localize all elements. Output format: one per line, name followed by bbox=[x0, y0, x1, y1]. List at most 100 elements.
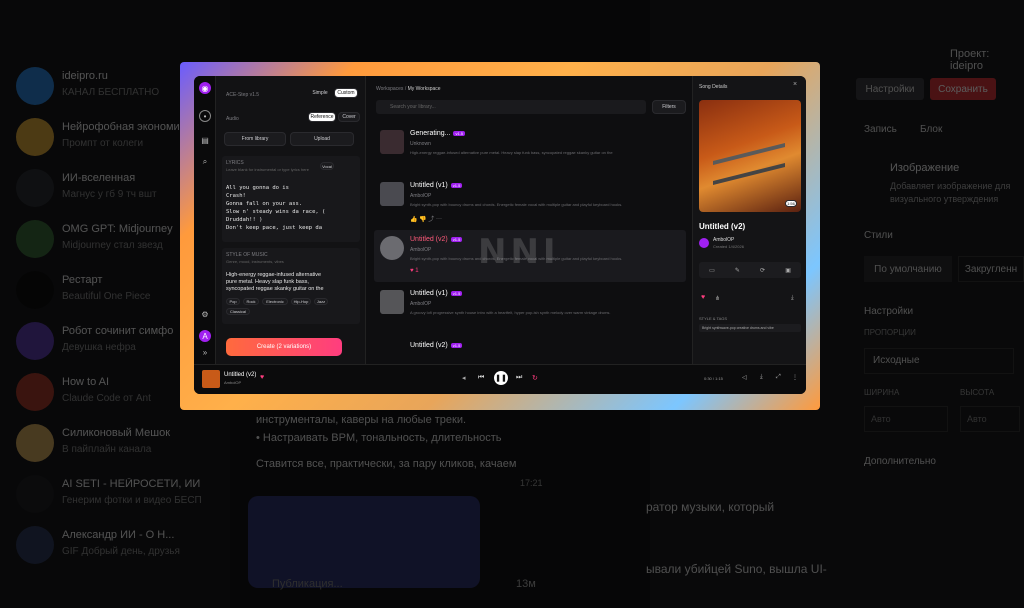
tab-simple[interactable]: Simple bbox=[308, 88, 332, 98]
media-viewer-frame: ◉ • ▤ ⌕ ⚙ A » ACE-Step v1.5 Simple Custo… bbox=[180, 62, 820, 410]
details-title: Untitled (v2) bbox=[699, 222, 746, 231]
like-count[interactable]: ♥ 1 bbox=[410, 268, 419, 274]
lyrics-hint: Leave blank for instrumental or type lyr… bbox=[226, 167, 309, 172]
search-input[interactable]: Search your library... bbox=[376, 100, 646, 114]
list-item[interactable]: Generating... v1.5 Unknown High-energy re… bbox=[374, 124, 686, 176]
version-badge: v1.5 bbox=[450, 290, 463, 296]
style-box[interactable]: STYLE OF MUSIC Genre, mood, instruments,… bbox=[222, 248, 360, 324]
library-icon[interactable]: ▤ bbox=[199, 134, 211, 146]
bench-icon bbox=[713, 143, 785, 185]
breadcrumb-current: My Workspace bbox=[407, 86, 441, 92]
style-tags-label: STYLE & TAGS bbox=[699, 316, 728, 321]
tab-custom[interactable]: Custom bbox=[334, 88, 358, 98]
player-like-icon[interactable]: ♥ bbox=[260, 374, 264, 381]
play-pause-button[interactable]: ❚❚ bbox=[494, 371, 508, 385]
cover-toggle[interactable]: Cover bbox=[338, 112, 360, 122]
song-thumbnail bbox=[380, 130, 404, 154]
list-item[interactable]: Untitled (v1) v1.5 AmbolOP Bright synth-p… bbox=[374, 176, 686, 228]
edit-icon: ✎ bbox=[734, 267, 740, 274]
chip-jazz[interactable]: Jazz bbox=[314, 298, 328, 305]
chip-rock[interactable]: Rock bbox=[243, 298, 259, 305]
settings-icon[interactable]: ⚙ bbox=[199, 308, 211, 320]
chip-classical[interactable]: Classical bbox=[226, 308, 250, 315]
song-desc: A groovy lofi progressive synth house in… bbox=[410, 310, 611, 315]
close-icon[interactable]: × bbox=[793, 81, 797, 88]
style-tags-text: Bright synthwave-pop creative drums and … bbox=[699, 324, 801, 332]
repeat-icon[interactable]: ↻ bbox=[532, 374, 538, 382]
player-author[interactable]: AmbolOP bbox=[224, 380, 241, 385]
more-icon: ▣ bbox=[785, 267, 791, 274]
list-item[interactable]: Untitled (v2) v1.5 bbox=[374, 338, 686, 362]
volume-icon[interactable]: ◁ bbox=[742, 374, 747, 381]
duration-badge: 1:56 bbox=[785, 200, 797, 207]
style-hint: Genre, mood, instruments, vibes bbox=[226, 259, 284, 264]
expand-icon[interactable]: ⤢ bbox=[776, 374, 781, 381]
upload-button[interactable]: Upload bbox=[290, 132, 354, 146]
vocal-tag[interactable]: Vocal bbox=[320, 162, 334, 170]
model-selector[interactable]: ACE-Step v1.5 bbox=[226, 92, 259, 98]
lyrics-label: LYRICS bbox=[226, 160, 244, 166]
music-app: ◉ • ▤ ⌕ ⚙ A » ACE-Step v1.5 Simple Custo… bbox=[194, 76, 806, 394]
cover-art: 1:56 bbox=[699, 100, 801, 212]
audio-label: Audio bbox=[226, 116, 239, 122]
avatar[interactable]: A bbox=[199, 330, 211, 342]
player-title: Untitled (v2) bbox=[224, 372, 257, 378]
chip-electronic[interactable]: Electronic bbox=[262, 298, 288, 305]
list-item-selected[interactable]: Untitled (v2) v1.5 AmbolOP Bright synth-p… bbox=[374, 230, 686, 282]
reference-toggle[interactable]: Reference bbox=[308, 112, 336, 122]
shuffle-icon[interactable]: ◂ bbox=[462, 374, 466, 382]
collapse-icon[interactable]: » bbox=[199, 346, 211, 358]
song-author[interactable]: AmbolOP bbox=[410, 247, 431, 253]
like-icon[interactable]: ♥ bbox=[701, 294, 705, 301]
song-actions[interactable]: 👍 👎 ⤴ ⋯ bbox=[410, 214, 442, 223]
chip-hiphop[interactable]: Hip-Hop bbox=[291, 298, 311, 305]
download-icon[interactable]: ⤓ bbox=[791, 295, 794, 302]
list-item[interactable]: Untitled (v1) v1.5 AmbolOP A groovy lofi … bbox=[374, 284, 686, 336]
song-author[interactable]: AmbolOP bbox=[410, 193, 431, 199]
player-cover bbox=[202, 370, 220, 388]
details-author[interactable]: AmbolOP bbox=[713, 237, 734, 243]
version-badge: v1.5 bbox=[453, 130, 466, 136]
player-bar: Untitled (v2) AmbolOP ♥ ◂ ⏮ ❚❚ ⏭ ↻ 0:30 … bbox=[194, 364, 806, 394]
lyrics-text[interactable]: All you gonna do is Crash! Gonna fall on… bbox=[226, 184, 325, 232]
home-icon[interactable]: • bbox=[199, 110, 211, 122]
prev-icon[interactable]: ⏮ bbox=[478, 374, 484, 382]
details-actions[interactable]: ▭ ✎ ⟳ ▣ bbox=[699, 262, 801, 278]
share-icon[interactable]: ⋔ bbox=[715, 295, 720, 302]
song-desc: High-energy reggae-infused alternative p… bbox=[410, 150, 613, 155]
chip-pop[interactable]: Pop bbox=[226, 298, 240, 305]
search-icon[interactable]: ⌕ bbox=[199, 156, 211, 168]
song-title: Untitled (v2) bbox=[410, 342, 448, 349]
song-thumbnail bbox=[380, 182, 404, 206]
song-desc: Bright synth-pop with bouncy drums and c… bbox=[410, 202, 623, 207]
next-icon[interactable]: ⏭ bbox=[516, 374, 522, 382]
song-thumbnail bbox=[380, 290, 404, 314]
create-button[interactable]: Create (2 variations) bbox=[226, 338, 342, 356]
song-author[interactable]: AmbolOP bbox=[410, 301, 431, 307]
watermark: NNI bbox=[478, 232, 560, 272]
details-header: Song Details bbox=[699, 84, 728, 90]
details-created: Created 1/4/2026 bbox=[713, 244, 744, 249]
nav-rail: ◉ • ▤ ⌕ ⚙ A » bbox=[194, 76, 216, 364]
version-badge: v1.5 bbox=[450, 182, 463, 188]
style-label: STYLE OF MUSIC bbox=[226, 252, 268, 258]
song-thumbnail bbox=[380, 236, 404, 260]
app-logo-icon[interactable]: ◉ bbox=[199, 82, 211, 94]
version-badge: v1.5 bbox=[450, 342, 463, 348]
library-main: Workspaces / My Workspace Search your li… bbox=[366, 76, 692, 364]
song-details-panel: Song Details × 1:56 Untitled (v2) AmbolO… bbox=[692, 76, 806, 364]
from-library-button[interactable]: From library bbox=[224, 132, 286, 146]
create-panel: ACE-Step v1.5 Simple Custom Audio Refere… bbox=[216, 76, 366, 364]
breadcrumb-root[interactable]: Workspaces bbox=[376, 86, 403, 92]
song-title: Generating... bbox=[410, 130, 451, 137]
player-download-icon[interactable]: ⤓ bbox=[760, 374, 763, 381]
player-more-icon[interactable]: ⋮ bbox=[792, 374, 798, 381]
song-title: Untitled (v1) bbox=[410, 182, 448, 189]
remix-icon: ⟳ bbox=[760, 267, 766, 274]
song-title: Untitled (v1) bbox=[410, 290, 448, 297]
lyrics-box[interactable]: LYRICS Leave blank for instrumental or t… bbox=[222, 156, 360, 242]
style-text[interactable]: High-energy reggae-infused alternative p… bbox=[226, 272, 324, 293]
video-icon: ▭ bbox=[709, 267, 715, 274]
filters-button[interactable]: Filters bbox=[652, 100, 686, 114]
song-author[interactable]: Unknown bbox=[410, 141, 431, 147]
